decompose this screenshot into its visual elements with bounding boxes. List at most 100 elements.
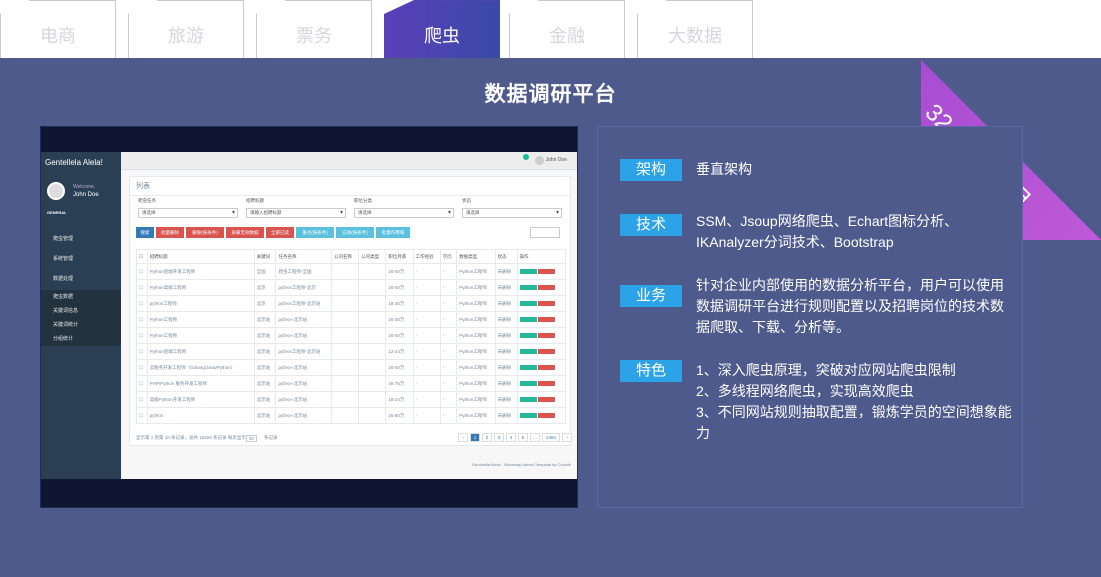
table-row[interactable]: ☐ 高级Python开发工程师 北京站 python-北京站 18-24万 - - Pytho… bbox=[136, 391, 566, 408]
tab-ecommerce[interactable]: 电商 bbox=[0, 0, 116, 58]
batch-delete-button[interactable]: 批量删除 bbox=[156, 227, 184, 238]
focus-button[interactable]: 重点(按条件) bbox=[296, 227, 334, 238]
tab-crawler[interactable]: 爬虫 bbox=[384, 0, 500, 58]
page-button[interactable]: 5 bbox=[518, 433, 528, 442]
edit-button[interactable] bbox=[519, 412, 537, 418]
tab-finance[interactable]: 金融 bbox=[509, 0, 625, 58]
row-actions bbox=[516, 295, 566, 312]
row-checkbox[interactable]: ☐ bbox=[136, 391, 148, 408]
sidebar-item-group-stats[interactable]: 分组统计 bbox=[41, 332, 121, 346]
search-button[interactable]: 搜索 bbox=[136, 227, 154, 238]
column-header[interactable]: 职位月薪 bbox=[385, 249, 414, 264]
table-row[interactable]: ☐ python工程师 北京 python工程师-北京站 18-30万 - - Python工… bbox=[136, 295, 566, 312]
delete-by-condition-button[interactable]: 删除(按条件) bbox=[186, 227, 224, 238]
delete-button[interactable] bbox=[537, 348, 555, 354]
sidebar-item-crawler[interactable]: 爬虫管理 bbox=[41, 232, 121, 246]
sidebar-item-system[interactable]: 系统管理 bbox=[41, 252, 121, 266]
row-checkbox[interactable]: ☐ bbox=[136, 327, 148, 344]
page-button[interactable]: ‹ bbox=[458, 433, 468, 442]
page-button[interactable]: 1 bbox=[470, 433, 480, 442]
row-checkbox[interactable]: ☐ bbox=[136, 359, 148, 376]
page-button[interactable]: 1464 bbox=[542, 433, 560, 442]
notification-icon[interactable] bbox=[523, 154, 529, 160]
edit-button[interactable] bbox=[519, 268, 537, 274]
filter-label: 职位分类 bbox=[354, 198, 372, 203]
table-cell: 未删除 bbox=[494, 279, 518, 296]
column-header[interactable]: 数据类型 bbox=[456, 249, 496, 264]
delete-button[interactable] bbox=[537, 332, 555, 338]
info-badge: 业务 bbox=[620, 285, 682, 307]
column-header[interactable]: 公司类型 bbox=[358, 249, 387, 264]
edit-button[interactable] bbox=[519, 300, 537, 306]
table-row[interactable]: ☐ PHP/Python 服务开发工程师 北京站 python-北京站 45-75万 - -… bbox=[136, 375, 566, 392]
block-invalid-button[interactable]: 屏蔽无效数据 bbox=[226, 227, 264, 238]
delete-button[interactable] bbox=[537, 380, 555, 386]
page-button[interactable]: 2 bbox=[482, 433, 492, 442]
delete-button[interactable] bbox=[537, 412, 555, 418]
table-cell: 未删除 bbox=[494, 295, 518, 312]
table-cell: Python工程师 bbox=[456, 359, 496, 376]
delete-button[interactable] bbox=[537, 300, 555, 306]
status-select[interactable]: 请选择 bbox=[462, 208, 562, 218]
table-row[interactable]: ☐ python 北京站 python-北京站 25-50万 - - Python工程师 未删除 bbox=[136, 407, 566, 424]
column-header[interactable]: 学历 bbox=[439, 249, 458, 264]
task-select[interactable]: 请选择 bbox=[138, 208, 238, 218]
page-size-select[interactable]: 50 bbox=[246, 435, 258, 442]
table-row[interactable]: ☐ Python高级工程师 北京 python工程师-北京 20-40万 - - Python… bbox=[136, 279, 566, 296]
select-all-checkbox[interactable]: ☐ bbox=[136, 249, 148, 264]
delete-button[interactable] bbox=[537, 284, 555, 290]
edit-button[interactable] bbox=[519, 380, 537, 386]
row-checkbox[interactable]: ☐ bbox=[136, 311, 148, 328]
edit-button[interactable] bbox=[519, 348, 537, 354]
row-checkbox[interactable]: ☐ bbox=[136, 407, 148, 424]
page-button[interactable]: ... bbox=[530, 433, 540, 442]
title-input[interactable]: 请输入招聘标题 bbox=[246, 208, 346, 218]
edit-button[interactable] bbox=[519, 284, 537, 290]
row-checkbox[interactable]: ☐ bbox=[136, 375, 148, 392]
page-button[interactable]: 4 bbox=[506, 433, 516, 442]
column-header[interactable]: 关键词 bbox=[253, 249, 277, 264]
table-row[interactable]: ☐ Python后端工程师 北京站 python工程师-北京站 12-24万 - - Pyth… bbox=[136, 343, 566, 360]
column-header[interactable]: 任务名称 bbox=[275, 249, 333, 264]
page-button[interactable]: › bbox=[562, 433, 572, 442]
edit-button[interactable] bbox=[519, 332, 537, 338]
sidebar-item-keyword-stats[interactable]: 关键词统计 bbox=[41, 318, 121, 332]
top-user-name[interactable]: John Doe bbox=[546, 157, 567, 163]
tab-travel[interactable]: 旅游 bbox=[128, 0, 244, 58]
user-avatar-icon[interactable] bbox=[535, 156, 544, 165]
edit-button[interactable] bbox=[519, 364, 537, 370]
mark-all-read-button[interactable]: 全部已读 bbox=[266, 227, 294, 238]
sidebar-item-keywords[interactable]: 关键词信息 bbox=[41, 304, 121, 318]
row-checkbox[interactable]: ☐ bbox=[136, 343, 148, 360]
sidebar-item-crawl-data[interactable]: 爬虫数据 bbox=[41, 290, 121, 304]
scope-button[interactable]: 批量作用域 bbox=[376, 227, 410, 238]
delete-button[interactable] bbox=[537, 316, 555, 322]
row-checkbox[interactable]: ☐ bbox=[136, 295, 148, 312]
delete-button[interactable] bbox=[537, 396, 555, 402]
columns-toggle[interactable] bbox=[530, 227, 560, 238]
info-badge: 特色 bbox=[620, 360, 682, 382]
table-cell: 18-24万 bbox=[385, 391, 414, 408]
delete-button[interactable] bbox=[537, 268, 555, 274]
tab-ticketing[interactable]: 票务 bbox=[256, 0, 372, 58]
table-cell: 云服务开发工程师（Golang/Java/Python） bbox=[146, 359, 255, 376]
row-checkbox[interactable]: ☐ bbox=[136, 263, 148, 280]
delete-button[interactable] bbox=[537, 364, 555, 370]
tab-bigdata[interactable]: 大数据 bbox=[637, 0, 753, 58]
table-row[interactable]: ☐ Python后端开发工程师 全国 爬虫工程师-全国 20-40万 - - Python工程… bbox=[136, 263, 566, 280]
row-checkbox[interactable]: ☐ bbox=[136, 279, 148, 296]
column-header[interactable]: 工作经验 bbox=[412, 249, 441, 264]
table-row[interactable]: ☐ Python工程师 北京站 python-北京站 20-30万 - - Python工程师… bbox=[136, 311, 566, 328]
edit-button[interactable] bbox=[519, 316, 537, 322]
edit-button[interactable] bbox=[519, 396, 537, 402]
table-row[interactable]: ☐ Python工程师 北京站 python-北京站 20-40万 - - Python工程师… bbox=[136, 327, 566, 344]
table-row[interactable]: ☐ 云服务开发工程师（Golang/Java/Python） 北京站 python-北… bbox=[136, 359, 566, 376]
column-header[interactable]: 招聘标题 bbox=[146, 249, 255, 264]
table-cell bbox=[358, 311, 387, 328]
category-select[interactable]: 请选择 bbox=[354, 208, 454, 218]
sidebar-item-data[interactable]: 数据处理 bbox=[41, 272, 121, 286]
page-button[interactable]: 3 bbox=[494, 433, 504, 442]
column-header[interactable]: 公司名称 bbox=[331, 249, 360, 264]
column-header[interactable]: 状态 bbox=[494, 249, 518, 264]
read-button[interactable]: 已阅(按条件) bbox=[336, 227, 374, 238]
